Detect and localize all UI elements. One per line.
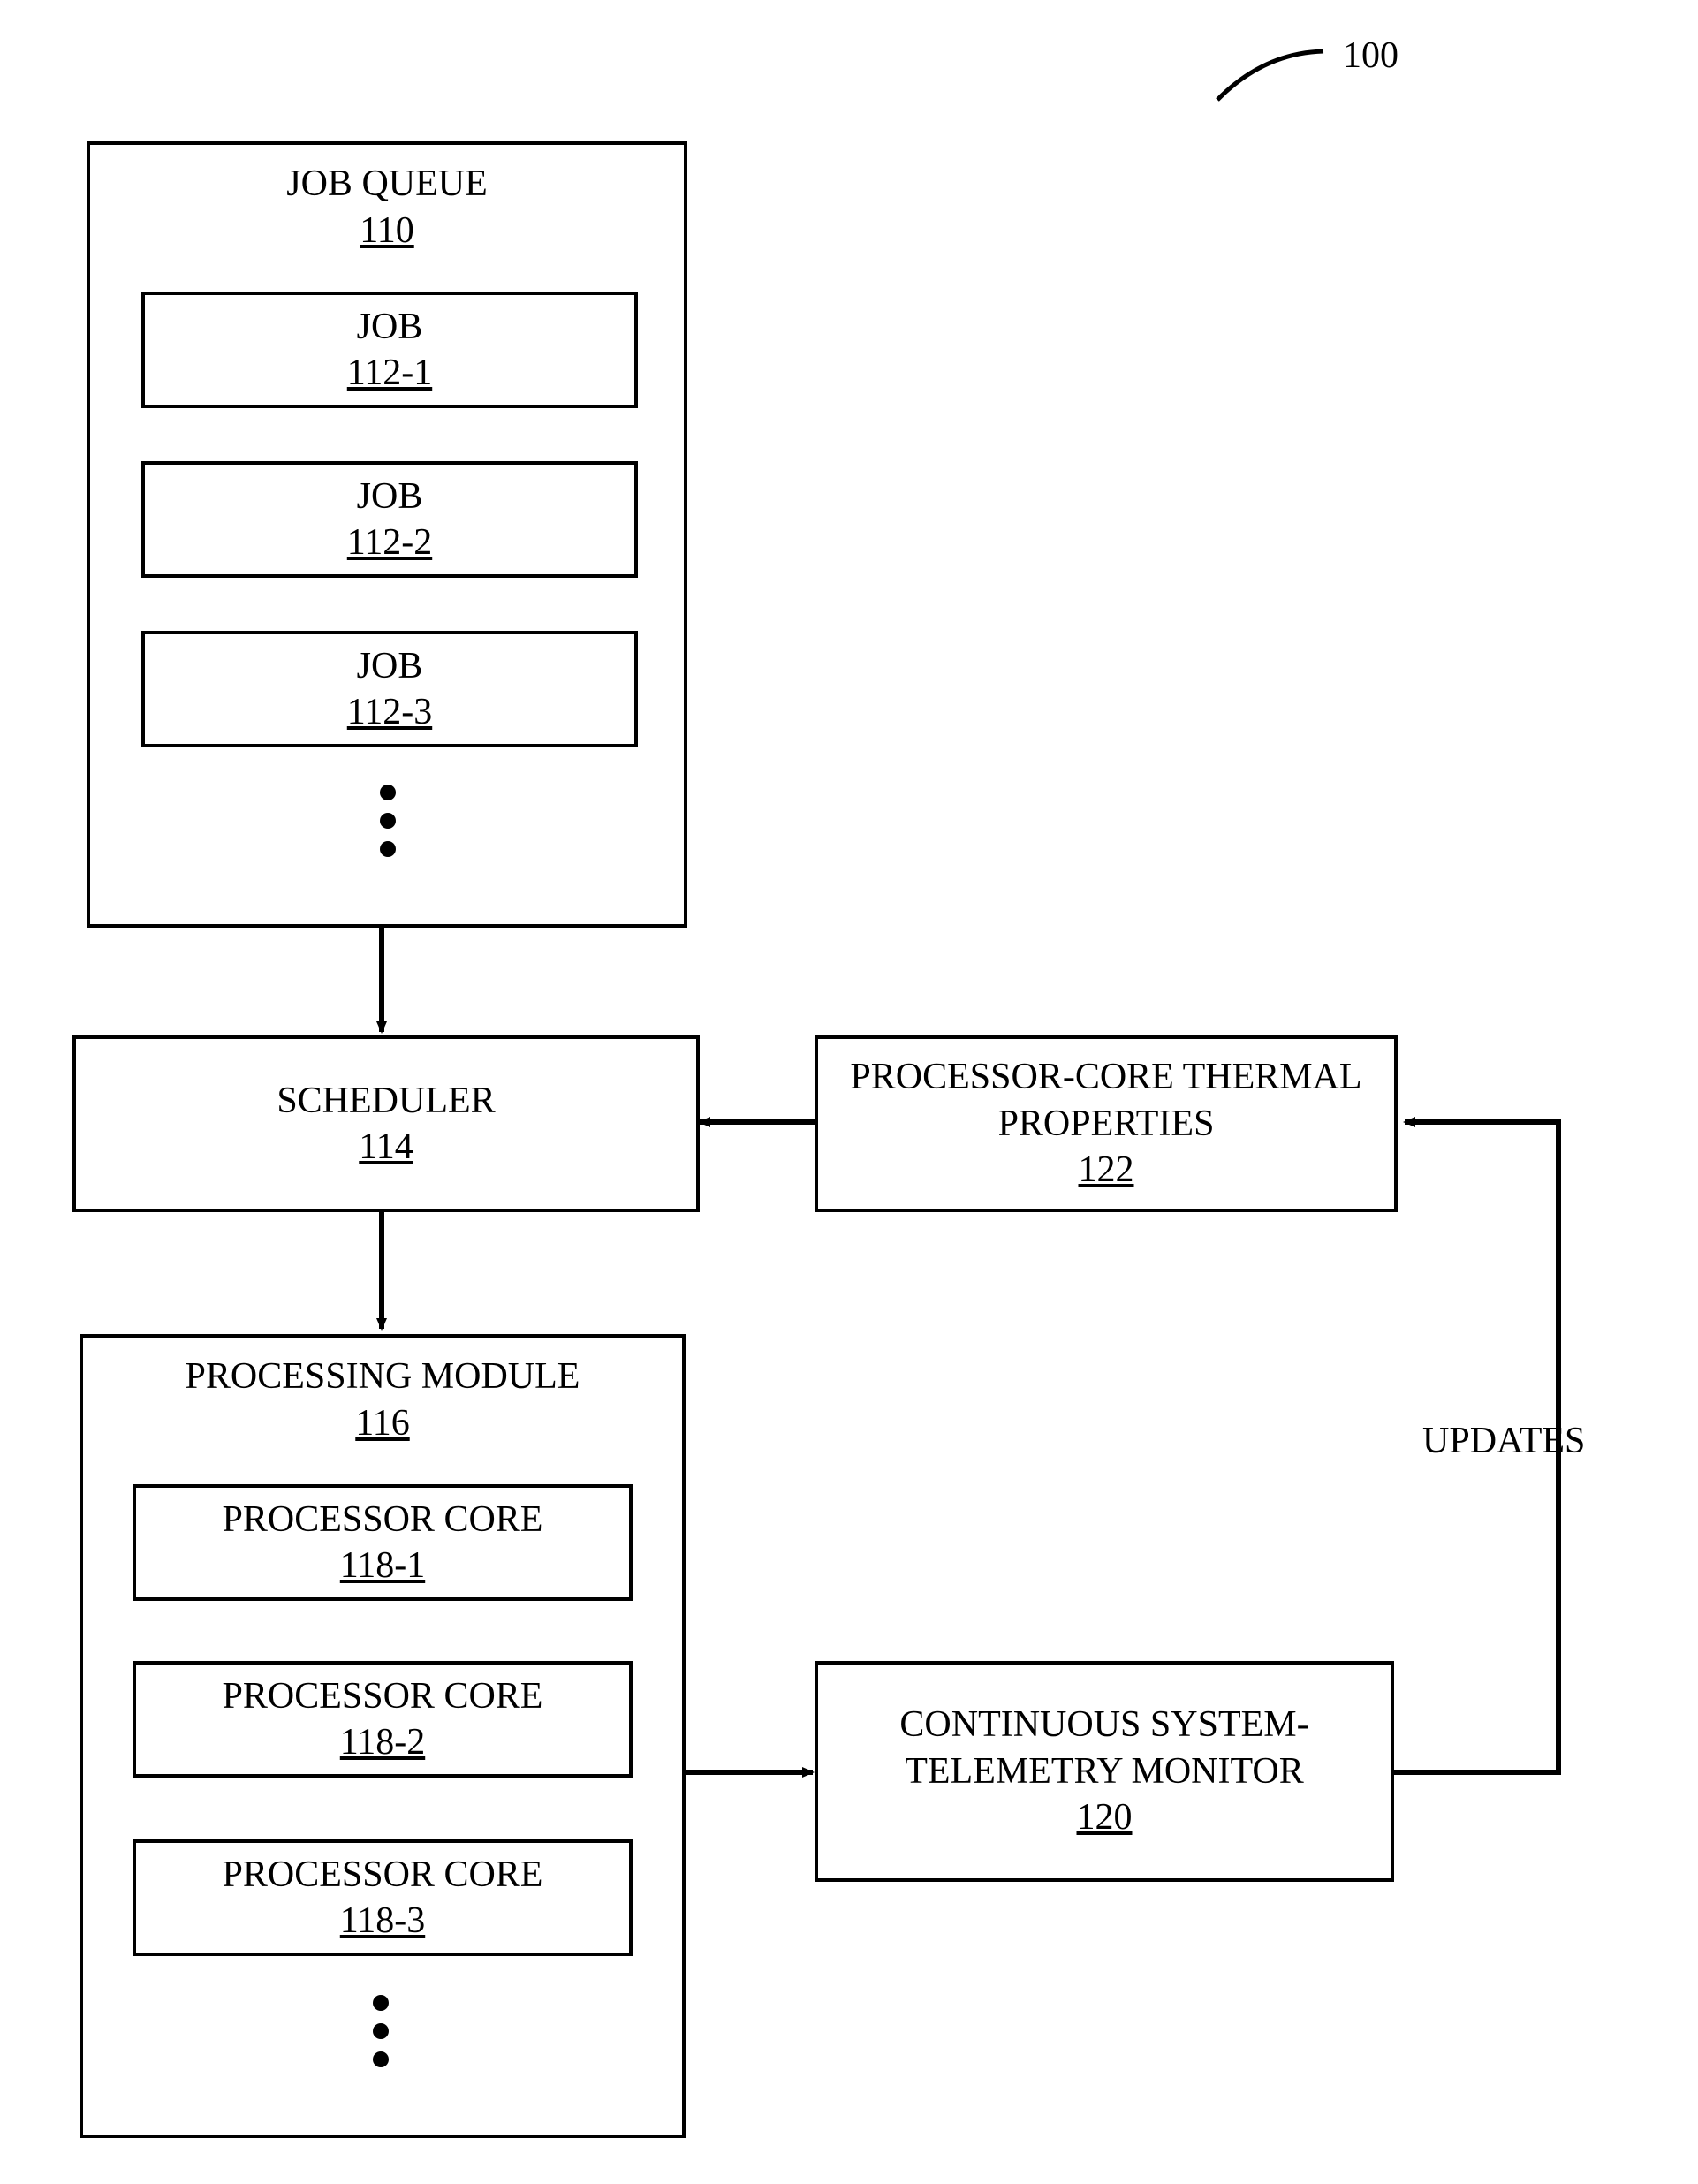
figure-ref-label: 100 [1343, 34, 1399, 78]
job-2-title: JOB [145, 474, 634, 520]
processor-core-1-num: 118-1 [136, 1543, 629, 1589]
processing-module-ellipsis-icon [374, 1995, 388, 2067]
processor-core-2-title: PROCESSOR CORE [136, 1673, 629, 1720]
telemetry-monitor-num: 120 [845, 1794, 1364, 1841]
processor-core-2-box: PROCESSOR CORE 118-2 [133, 1661, 633, 1778]
updates-label: UPDATES [1422, 1419, 1585, 1463]
scheduler-box: SCHEDULER 114 [72, 1035, 700, 1212]
thermal-properties-title: PROCESSOR-CORE THERMAL PROPERTIES [845, 1054, 1368, 1147]
processor-core-1-title: PROCESSOR CORE [136, 1497, 629, 1543]
job-3-title: JOB [145, 643, 634, 690]
scheduler-num: 114 [76, 1124, 696, 1171]
job-2-num: 112-2 [145, 519, 634, 566]
job-2-box: JOB 112-2 [141, 461, 638, 578]
processing-module-num: 116 [83, 1400, 682, 1447]
processor-core-3-title: PROCESSOR CORE [136, 1852, 629, 1899]
processor-core-2-num: 118-2 [136, 1719, 629, 1766]
thermal-properties-box: PROCESSOR-CORE THERMAL PROPERTIES 122 [815, 1035, 1398, 1212]
telemetry-monitor-title: CONTINUOUS SYSTEM-TELEMETRY MONITOR [845, 1702, 1364, 1794]
job-queue-title: JOB QUEUE [90, 161, 684, 208]
job-3-num: 112-3 [145, 689, 634, 736]
job-1-title: JOB [145, 304, 634, 351]
diagram-canvas: 100 JOB QUEUE 110 JOB 112-1 JOB 112-2 JO… [0, 0, 1698, 2184]
processor-core-1-box: PROCESSOR CORE 118-1 [133, 1484, 633, 1601]
scheduler-title: SCHEDULER [76, 1078, 696, 1125]
job-queue-num: 110 [90, 208, 684, 254]
job-queue-ellipsis-icon [381, 785, 395, 857]
telemetry-monitor-box: CONTINUOUS SYSTEM-TELEMETRY MONITOR 120 [815, 1661, 1394, 1882]
job-3-box: JOB 112-3 [141, 631, 638, 747]
processor-core-3-box: PROCESSOR CORE 118-3 [133, 1839, 633, 1956]
job-1-num: 112-1 [145, 350, 634, 397]
processor-core-3-num: 118-3 [136, 1898, 629, 1945]
thermal-properties-num: 122 [845, 1147, 1368, 1194]
processing-module-title: PROCESSING MODULE [83, 1354, 682, 1400]
job-1-box: JOB 112-1 [141, 292, 638, 408]
